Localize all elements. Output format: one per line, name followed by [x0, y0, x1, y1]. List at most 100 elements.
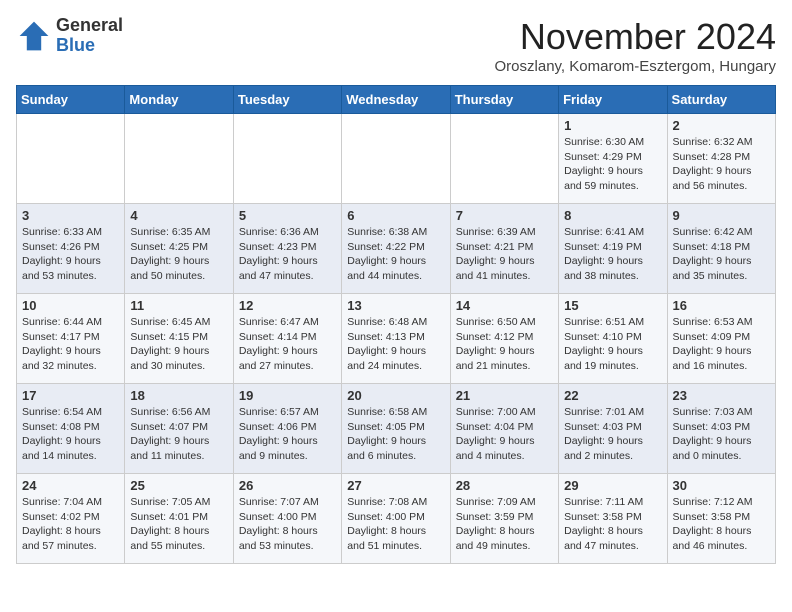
- calendar-cell: 7 Sunrise: 6:39 AM Sunset: 4:21 PM Daylig…: [450, 204, 558, 294]
- calendar-cell: 4 Sunrise: 6:35 AM Sunset: 4:25 PM Daylig…: [125, 204, 233, 294]
- calendar-cell: 25 Sunrise: 7:05 AM Sunset: 4:01 PM Dayli…: [125, 474, 233, 564]
- calendar-cell: 23 Sunrise: 7:03 AM Sunset: 4:03 PM Dayli…: [667, 384, 775, 474]
- logo-icon: [16, 18, 52, 54]
- logo-general: General: [56, 16, 123, 36]
- day-number: 1: [564, 118, 661, 133]
- calendar-cell: 15 Sunrise: 6:51 AM Sunset: 4:10 PM Dayli…: [559, 294, 667, 384]
- day-number: 18: [130, 388, 227, 403]
- calendar-table: SundayMondayTuesdayWednesdayThursdayFrid…: [16, 85, 776, 564]
- day-info: Sunrise: 7:03 AM Sunset: 4:03 PM Dayligh…: [673, 405, 770, 464]
- calendar-week-3: 10Sunrise: 6:44 AM Sunset: 4:17 PM Dayli…: [17, 294, 776, 384]
- location-subtitle: Oroszlany, Komarom-Esztergom, Hungary: [495, 58, 776, 75]
- day-number: 22: [564, 388, 661, 403]
- calendar-cell: 14 Sunrise: 6:50 AM Sunset: 4:12 PM Dayli…: [450, 294, 558, 384]
- calendar-cell: [450, 114, 558, 204]
- day-number: 12: [239, 298, 336, 313]
- day-number: 17: [22, 388, 119, 403]
- day-number: 10: [22, 298, 119, 313]
- day-info: Sunrise: 7:05 AM Sunset: 4:01 PM Dayligh…: [130, 495, 227, 554]
- day-info: Sunrise: 6:53 AM Sunset: 4:09 PM Dayligh…: [673, 315, 770, 374]
- day-info: Sunrise: 7:04 AM Sunset: 4:02 PM Dayligh…: [22, 495, 119, 554]
- day-info: Sunrise: 7:12 AM Sunset: 3:58 PM Dayligh…: [673, 495, 770, 554]
- calendar-cell: [233, 114, 341, 204]
- calendar-week-2: 3 Sunrise: 6:33 AM Sunset: 4:26 PM Daylig…: [17, 204, 776, 294]
- header-wednesday: Wednesday: [342, 86, 450, 114]
- day-number: 7: [456, 208, 553, 223]
- calendar-cell: 17 Sunrise: 6:54 AM Sunset: 4:08 PM Dayli…: [17, 384, 125, 474]
- calendar-cell: 19 Sunrise: 6:57 AM Sunset: 4:06 PM Dayli…: [233, 384, 341, 474]
- day-number: 25: [130, 478, 227, 493]
- calendar-cell: 16Sunrise: 6:53 AM Sunset: 4:09 PM Dayli…: [667, 294, 775, 384]
- day-number: 21: [456, 388, 553, 403]
- logo-blue: Blue: [56, 36, 123, 56]
- day-number: 6: [347, 208, 444, 223]
- calendar-week-1: 1Sunrise: 6:30 AM Sunset: 4:29 PM Daylig…: [17, 114, 776, 204]
- day-number: 15: [564, 298, 661, 313]
- calendar-cell: 9Sunrise: 6:42 AM Sunset: 4:18 PM Daylig…: [667, 204, 775, 294]
- day-number: 27: [347, 478, 444, 493]
- day-number: 23: [673, 388, 770, 403]
- day-info: Sunrise: 6:33 AM Sunset: 4:26 PM Dayligh…: [22, 225, 119, 284]
- day-number: 28: [456, 478, 553, 493]
- calendar-cell: [17, 114, 125, 204]
- calendar-cell: 21 Sunrise: 7:00 AM Sunset: 4:04 PM Dayli…: [450, 384, 558, 474]
- title-block: November 2024 Oroszlany, Komarom-Eszterg…: [495, 16, 776, 75]
- day-info: Sunrise: 6:51 AM Sunset: 4:10 PM Dayligh…: [564, 315, 661, 374]
- day-number: 20: [347, 388, 444, 403]
- calendar-cell: 5Sunrise: 6:36 AM Sunset: 4:23 PM Daylig…: [233, 204, 341, 294]
- day-info: Sunrise: 6:57 AM Sunset: 4:06 PM Dayligh…: [239, 405, 336, 464]
- day-info: Sunrise: 7:01 AM Sunset: 4:03 PM Dayligh…: [564, 405, 661, 464]
- day-info: Sunrise: 6:41 AM Sunset: 4:19 PM Dayligh…: [564, 225, 661, 284]
- day-info: Sunrise: 7:00 AM Sunset: 4:04 PM Dayligh…: [456, 405, 553, 464]
- day-number: 2: [673, 118, 770, 133]
- header-thursday: Thursday: [450, 86, 558, 114]
- day-info: Sunrise: 6:39 AM Sunset: 4:21 PM Dayligh…: [456, 225, 553, 284]
- header-saturday: Saturday: [667, 86, 775, 114]
- calendar-cell: 20Sunrise: 6:58 AM Sunset: 4:05 PM Dayli…: [342, 384, 450, 474]
- day-info: Sunrise: 6:50 AM Sunset: 4:12 PM Dayligh…: [456, 315, 553, 374]
- day-number: 4: [130, 208, 227, 223]
- day-number: 19: [239, 388, 336, 403]
- calendar-cell: 11 Sunrise: 6:45 AM Sunset: 4:15 PM Dayli…: [125, 294, 233, 384]
- header-tuesday: Tuesday: [233, 86, 341, 114]
- day-number: 11: [130, 298, 227, 313]
- day-info: Sunrise: 7:07 AM Sunset: 4:00 PM Dayligh…: [239, 495, 336, 554]
- calendar-cell: 30 Sunrise: 7:12 AM Sunset: 3:58 PM Dayli…: [667, 474, 775, 564]
- day-info: Sunrise: 6:45 AM Sunset: 4:15 PM Dayligh…: [130, 315, 227, 374]
- day-info: Sunrise: 6:54 AM Sunset: 4:08 PM Dayligh…: [22, 405, 119, 464]
- calendar-cell: 18Sunrise: 6:56 AM Sunset: 4:07 PM Dayli…: [125, 384, 233, 474]
- calendar-cell: 22 Sunrise: 7:01 AM Sunset: 4:03 PM Dayli…: [559, 384, 667, 474]
- calendar-cell: [342, 114, 450, 204]
- header-sunday: Sunday: [17, 86, 125, 114]
- day-info: Sunrise: 6:35 AM Sunset: 4:25 PM Dayligh…: [130, 225, 227, 284]
- calendar-cell: 27 Sunrise: 7:08 AM Sunset: 4:00 PM Dayli…: [342, 474, 450, 564]
- day-number: 14: [456, 298, 553, 313]
- logo: General Blue: [16, 16, 123, 56]
- page-header: General Blue November 2024 Oroszlany, Ko…: [16, 16, 776, 75]
- calendar-cell: 8 Sunrise: 6:41 AM Sunset: 4:19 PM Daylig…: [559, 204, 667, 294]
- calendar-cell: [125, 114, 233, 204]
- day-info: Sunrise: 7:11 AM Sunset: 3:58 PM Dayligh…: [564, 495, 661, 554]
- day-number: 3: [22, 208, 119, 223]
- day-info: Sunrise: 7:09 AM Sunset: 3:59 PM Dayligh…: [456, 495, 553, 554]
- calendar-cell: 2Sunrise: 6:32 AM Sunset: 4:28 PM Daylig…: [667, 114, 775, 204]
- calendar-header-row: SundayMondayTuesdayWednesdayThursdayFrid…: [17, 86, 776, 114]
- day-number: 29: [564, 478, 661, 493]
- calendar-cell: 28 Sunrise: 7:09 AM Sunset: 3:59 PM Dayli…: [450, 474, 558, 564]
- calendar-cell: 29 Sunrise: 7:11 AM Sunset: 3:58 PM Dayli…: [559, 474, 667, 564]
- day-number: 8: [564, 208, 661, 223]
- calendar-cell: 26Sunrise: 7:07 AM Sunset: 4:00 PM Dayli…: [233, 474, 341, 564]
- day-info: Sunrise: 7:08 AM Sunset: 4:00 PM Dayligh…: [347, 495, 444, 554]
- calendar-cell: 1Sunrise: 6:30 AM Sunset: 4:29 PM Daylig…: [559, 114, 667, 204]
- day-number: 13: [347, 298, 444, 313]
- calendar-week-5: 24 Sunrise: 7:04 AM Sunset: 4:02 PM Dayli…: [17, 474, 776, 564]
- day-number: 24: [22, 478, 119, 493]
- logo-text: General Blue: [56, 16, 123, 56]
- calendar-cell: 13Sunrise: 6:48 AM Sunset: 4:13 PM Dayli…: [342, 294, 450, 384]
- calendar-cell: 12Sunrise: 6:47 AM Sunset: 4:14 PM Dayli…: [233, 294, 341, 384]
- day-info: Sunrise: 6:42 AM Sunset: 4:18 PM Dayligh…: [673, 225, 770, 284]
- calendar-cell: 6Sunrise: 6:38 AM Sunset: 4:22 PM Daylig…: [342, 204, 450, 294]
- header-friday: Friday: [559, 86, 667, 114]
- day-number: 30: [673, 478, 770, 493]
- calendar-cell: 3 Sunrise: 6:33 AM Sunset: 4:26 PM Daylig…: [17, 204, 125, 294]
